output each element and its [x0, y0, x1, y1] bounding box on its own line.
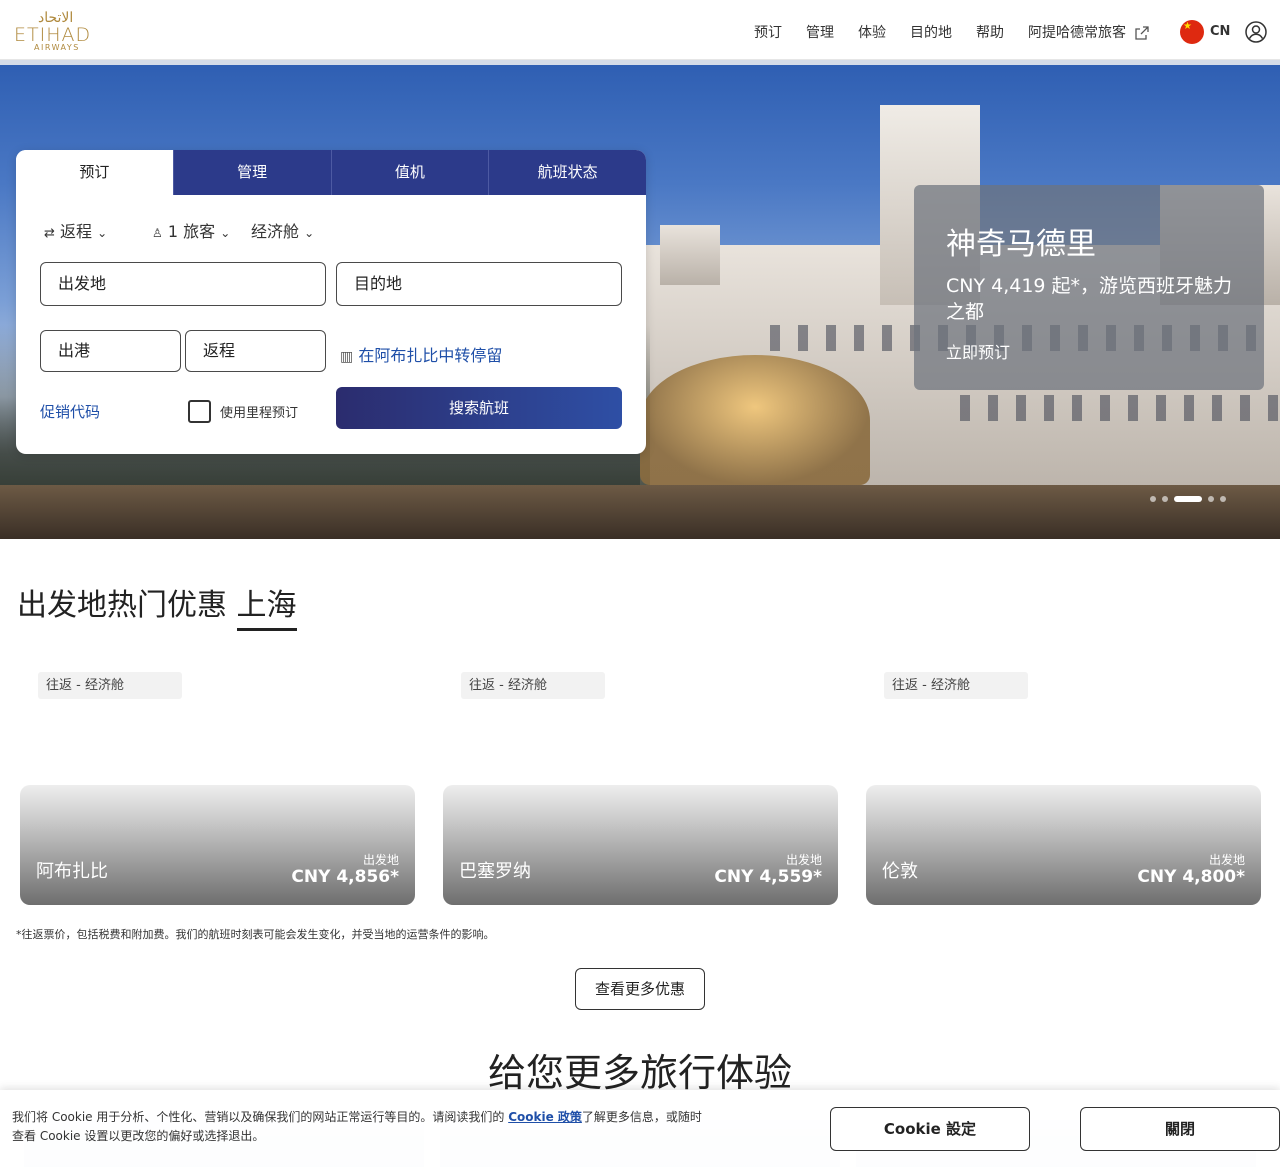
deals-origin-city[interactable]: 上海 — [236, 580, 297, 631]
deal-city: 巴塞罗纳 — [459, 861, 531, 882]
carousel-dot[interactable] — [1162, 496, 1168, 502]
hero-fountain — [640, 355, 870, 485]
trip-type-dropdown[interactable]: ⇄ 返程 ⌄ — [44, 218, 107, 242]
stopover-label: 在阿布扎比中转停留 — [358, 346, 503, 365]
chevron-down-icon: ⌄ — [97, 226, 108, 240]
deal-from-label: 出发地 — [785, 853, 822, 867]
external-link-icon — [1135, 26, 1149, 40]
deal-from-label: 出发地 — [1208, 853, 1245, 867]
carousel-dot[interactable] — [1208, 496, 1214, 502]
chevron-down-icon: ⌄ — [304, 226, 315, 240]
search-flights-button[interactable]: 搜索航班 — [336, 387, 622, 429]
deal-price: CNY 4,856* — [291, 867, 399, 887]
deal-from-label: 出发地 — [362, 853, 399, 867]
deal-tag: 往返 - 经济舱 — [884, 672, 1028, 699]
etihad-logo[interactable]: الاتحاد ETIHAD AIRWAYS — [14, 10, 102, 52]
nav-experience[interactable]: 体验 — [858, 22, 886, 42]
deal-image[interactable]: 伦敦 出发地 CNY 4,800* — [866, 785, 1261, 905]
promo-description: CNY 4,419 起*，游览西班牙魅力之都 — [946, 275, 1233, 323]
passenger-dropdown[interactable]: ♙ 1 旅客 ⌄ — [152, 218, 230, 242]
tab-check-in[interactable]: 值机 — [330, 150, 489, 195]
logo-sub: AIRWAYS — [34, 43, 80, 52]
deal-price: CNY 4,800* — [1137, 867, 1245, 887]
deal-tag: 往返 - 经济舱 — [461, 672, 605, 699]
view-more-deals-button[interactable]: 查看更多优惠 — [575, 968, 705, 1010]
carousel-dot-active[interactable] — [1174, 496, 1202, 502]
cookie-settings-button[interactable]: Cookie 設定 — [830, 1107, 1030, 1151]
cookie-text-before: 我们将 Cookie 用于分析、个性化、营销以及确保我们的网站正常运行等目的。请… — [12, 1110, 509, 1124]
promo-title: 神奇马德里 — [946, 227, 1096, 262]
use-miles-checkbox[interactable] — [188, 400, 211, 423]
cookie-banner: 我们将 Cookie 用于分析、个性化、营销以及确保我们的网站正常运行等目的。请… — [0, 1090, 1280, 1167]
deal-image[interactable]: 阿布扎比 出发地 CNY 4,856* — [20, 785, 415, 905]
passenger-value: 1 旅客 — [167, 222, 216, 241]
nav-manage[interactable]: 管理 — [806, 22, 834, 42]
promo-book-now-link[interactable]: 立即预订 — [946, 339, 1010, 363]
deal-card[interactable]: 往返 - 经济舱 阿布扎比 出发地 CNY 4,856* — [20, 672, 415, 905]
user-account-icon[interactable] — [1245, 21, 1267, 43]
tab-book[interactable]: 预订 — [16, 150, 173, 195]
tab-manage[interactable]: 管理 — [172, 150, 331, 195]
fare-disclaimer: *往返票价，包括税费和附加费。我们的航班时刻表可能会发生变化，并受当地的运营条件… — [16, 928, 495, 941]
cabin-value: 经济舱 — [251, 222, 300, 241]
trip-type-value: 返程 — [60, 222, 93, 241]
deal-card[interactable]: 往返 - 经济舱 巴塞罗纳 出发地 CNY 4,559* — [443, 672, 838, 905]
cookie-close-button[interactable]: 關閉 — [1080, 1107, 1280, 1151]
promo-code-link[interactable]: 促销代码 — [40, 401, 100, 422]
hero-ground — [0, 485, 1280, 539]
nav-etihad-guest[interactable]: 阿提哈德常旅客 — [1028, 22, 1126, 42]
deals-heading: 出发地热门优惠 上海 — [17, 580, 297, 631]
site-header: الاتحاد ETIHAD AIRWAYS 预订 管理 体验 目的地 帮助 阿… — [0, 0, 1280, 60]
booking-widget: 预订 管理 值机 航班状态 ⇄ 返程 ⌄ ♙ 1 旅客 ⌄ 经济舱 ⌄ 出发地 … — [16, 150, 646, 454]
deal-city: 阿布扎比 — [36, 861, 108, 882]
hero-turret — [660, 225, 720, 285]
city-skyline-icon: ▥ — [340, 349, 354, 365]
deal-price: CNY 4,559* — [714, 867, 822, 887]
nav-help[interactable]: 帮助 — [976, 22, 1004, 42]
deal-tag: 往返 - 经济舱 — [38, 672, 182, 699]
experience-heading: 给您更多旅行体验 — [487, 1051, 792, 1095]
cookie-policy-link[interactable]: Cookie 政策 — [508, 1110, 582, 1124]
use-miles-label: 使用里程预订 — [220, 406, 299, 421]
depart-date-field[interactable]: 出港 — [40, 330, 181, 372]
deal-card[interactable]: 往返 - 经济舱 伦敦 出发地 CNY 4,800* — [866, 672, 1261, 905]
booking-tabs: 预订 管理 值机 航班状态 — [16, 150, 646, 195]
hero-windows-lower — [960, 395, 1280, 421]
carousel-dot[interactable] — [1150, 496, 1156, 502]
chevron-down-icon: ⌄ — [220, 226, 231, 240]
cookie-message: 我们将 Cookie 用于分析、个性化、营销以及确保我们的网站正常运行等目的。请… — [12, 1108, 702, 1146]
cabin-dropdown[interactable]: 经济舱 ⌄ — [251, 218, 314, 242]
return-date-field[interactable]: 返程 — [185, 330, 326, 372]
hero-promo-card[interactable]: 神奇马德里 CNY 4,419 起*，游览西班牙魅力之都 立即预订 — [914, 185, 1264, 390]
swap-arrows-icon: ⇄ — [44, 226, 55, 241]
deal-image[interactable]: 巴塞罗纳 出发地 CNY 4,559* — [443, 785, 838, 905]
language-selector[interactable]: CN — [1210, 24, 1230, 39]
china-flag-icon[interactable]: ★ — [1180, 20, 1204, 44]
carousel-dot[interactable] — [1220, 496, 1226, 502]
deal-city: 伦敦 — [882, 861, 918, 882]
tab-flight-status[interactable]: 航班状态 — [488, 150, 646, 195]
person-icon: ♙ — [152, 226, 163, 240]
origin-field[interactable]: 出发地 — [40, 262, 326, 306]
destination-field[interactable]: 目的地 — [336, 262, 622, 306]
stopover-link[interactable]: ▥ 在阿布扎比中转停留 — [340, 342, 502, 366]
nav-book[interactable]: 预订 — [754, 22, 782, 42]
carousel-indicators — [1150, 496, 1226, 502]
nav-destinations[interactable]: 目的地 — [910, 22, 952, 42]
deals-heading-text: 出发地热门优惠 — [17, 588, 227, 623]
